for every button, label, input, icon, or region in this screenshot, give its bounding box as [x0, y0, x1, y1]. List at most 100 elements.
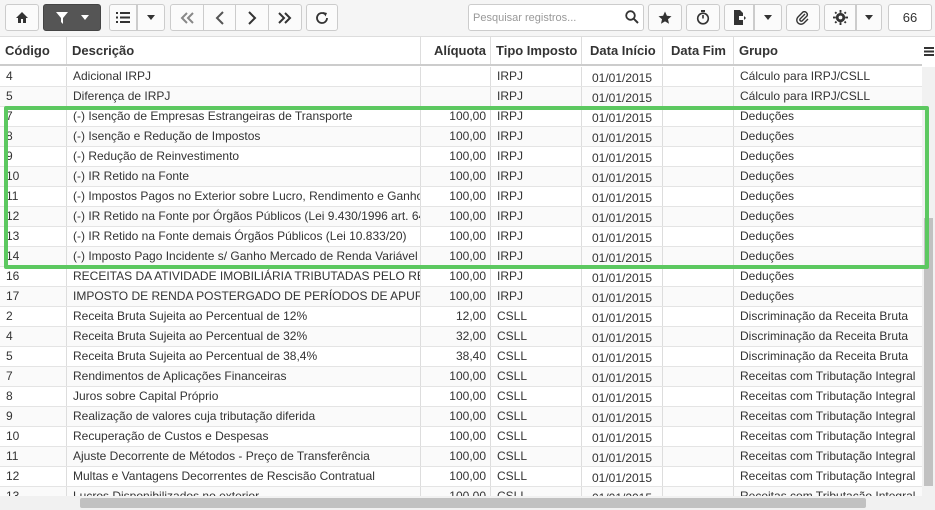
table-row[interactable]: 8 Juros sobre Capital Próprio 100,00 CSLL 01…	[0, 387, 922, 407]
cell-grupo: Cálculo para IRPJ/CSLL	[740, 89, 871, 103]
cell-codigo: 12	[0, 207, 67, 226]
table-row[interactable]: 14 (-) Imposto Pago Incidente s/ Ganho Me…	[0, 247, 922, 267]
table-row[interactable]: 4 Adicional IRPJ IRPJ 01/01/2015 Cálculo par…	[0, 67, 922, 87]
table-row[interactable]: 8 (-) Isenção e Redução de Impostos 100,00…	[0, 127, 922, 147]
cell-tipo-imposto: IRPJ	[491, 67, 582, 86]
table-row[interactable]: 12 (-) IR Retido na Fonte por Órgãos Públ…	[0, 207, 922, 227]
cell-grupo: Receitas com Tributação Integral	[740, 429, 916, 443]
table-row[interactable]: 16 RECEITAS DA ATIVIDADE IMOBILIÁRIA TRIB…	[0, 267, 922, 287]
cell-descricao: Juros sobre Capital Próprio	[67, 387, 421, 406]
toolbar: 66	[0, 0, 935, 37]
home-button[interactable]	[5, 4, 39, 31]
table-row[interactable]: 17 IMPOSTO DE RENDA POSTERGADO DE PERÍODO…	[0, 287, 922, 307]
cell-codigo: 5	[0, 87, 67, 106]
star-icon	[658, 11, 672, 24]
cell-aliquota: 100,00	[421, 187, 491, 206]
cell-data-inicio: 01/01/2015	[582, 187, 663, 206]
vertical-scrollbar-thumb[interactable]	[924, 218, 933, 486]
cell-data-inicio: 01/01/2015	[582, 107, 663, 126]
table-row[interactable]: 5 Diferença de IRPJ IRPJ 01/01/2015 Cálculo …	[0, 87, 922, 107]
cell-data-fim	[663, 387, 734, 406]
col-header-tipo-imposto[interactable]: Tipo Imposto	[491, 37, 582, 64]
cell-data-fim	[663, 427, 734, 446]
cell-aliquota: 100,00	[421, 267, 491, 286]
timer-button[interactable]	[686, 4, 720, 31]
last-page-button[interactable]	[268, 4, 302, 31]
table-row[interactable]: 11 (-) Impostos Pagos no Exterior sobre L…	[0, 187, 922, 207]
table-row[interactable]: 4 Receita Bruta Sujeita ao Percentual de …	[0, 327, 922, 347]
cell-aliquota: 100,00	[421, 167, 491, 186]
settings-button[interactable]	[824, 4, 856, 31]
prev-page-button[interactable]	[203, 4, 236, 31]
chevron-down-icon	[147, 15, 155, 20]
col-header-grupo[interactable]: Grupo	[734, 37, 922, 64]
cell-aliquota: 100,00	[421, 367, 491, 386]
cell-data-inicio: 01/01/2015	[582, 407, 663, 426]
settings-dropdown[interactable]	[856, 4, 882, 31]
cell-tipo-imposto: IRPJ	[491, 227, 582, 246]
cell-codigo: 8	[0, 127, 67, 146]
cell-data-fim	[663, 167, 734, 186]
cell-descricao: Adicional IRPJ	[67, 67, 421, 86]
cell-aliquota: 100,00	[421, 107, 491, 126]
cell-aliquota: 100,00	[421, 467, 491, 486]
export-button[interactable]	[724, 4, 754, 31]
refresh-button[interactable]	[306, 4, 338, 31]
table-row[interactable]: 7 (-) Isenção de Empresas Estrangeiras de…	[0, 107, 922, 127]
cell-tipo-imposto: IRPJ	[491, 287, 582, 306]
cell-descricao: Rendimentos de Aplicações Financeiras	[67, 367, 421, 386]
col-header-aliquota[interactable]: Alíquota	[421, 37, 491, 64]
table-row[interactable]: 9 Realização de valores cuja tributação d…	[0, 407, 922, 427]
search-input[interactable]	[469, 10, 625, 25]
cell-data-fim	[663, 127, 734, 146]
cell-tipo-imposto: CSLL	[491, 407, 582, 426]
gear-icon	[832, 10, 848, 25]
col-header-data-fim[interactable]: Data Fim	[663, 37, 734, 64]
table-row[interactable]: 13 (-) IR Retido na Fonte demais Órgãos P…	[0, 227, 922, 247]
table-row[interactable]: 5 Receita Bruta Sujeita ao Percentual de …	[0, 347, 922, 367]
first-page-button[interactable]	[170, 4, 204, 31]
table-row[interactable]: 7 Rendimentos de Aplicações Financeiras 10…	[0, 367, 922, 387]
table-row[interactable]: 2 Receita Bruta Sujeita ao Percentual de …	[0, 307, 922, 327]
table-row[interactable]: 12 Multas e Vantagens Decorrentes de Resc…	[0, 467, 922, 487]
cell-data-fim	[663, 467, 734, 486]
list-view-button[interactable]	[109, 4, 137, 31]
filter-button[interactable]	[43, 4, 101, 31]
list-view-dropdown[interactable]	[137, 4, 165, 31]
cell-codigo: 4	[0, 67, 67, 86]
list-icon	[116, 12, 130, 23]
refresh-icon	[316, 11, 328, 24]
chevron-left-icon	[215, 10, 224, 25]
cell-descricao: RECEITAS DA ATIVIDADE IMOBILIÁRIA TRIBUT…	[67, 267, 421, 286]
grid-body: 4 Adicional IRPJ IRPJ 01/01/2015 Cálculo par…	[0, 67, 922, 507]
export-dropdown[interactable]	[754, 4, 782, 31]
table-row[interactable]: 11 Ajuste Decorrente de Métodos - Preço d…	[0, 447, 922, 467]
cell-data-inicio: 01/01/2015	[582, 247, 663, 266]
search-icon[interactable]	[625, 10, 639, 24]
cell-descricao: (-) IR Retido na Fonte	[67, 167, 421, 186]
cell-grupo: Receitas com Tributação Integral	[740, 469, 916, 483]
record-count[interactable]: 66	[888, 4, 932, 31]
cell-descricao: (-) Imposto Pago Incidente s/ Ganho Merc…	[67, 247, 421, 266]
horizontal-scrollbar-thumb[interactable]	[80, 498, 866, 508]
attach-button[interactable]	[786, 4, 820, 31]
col-header-descricao[interactable]: Descrição	[67, 37, 421, 64]
cell-tipo-imposto: IRPJ	[491, 167, 582, 186]
cell-data-inicio: 01/01/2015	[582, 67, 663, 86]
table-row[interactable]: 9 (-) Redução de Reinvestimento 100,00 IRPJ…	[0, 147, 922, 167]
cell-tipo-imposto: IRPJ	[491, 147, 582, 166]
table-row[interactable]: 10 Recuperação de Custos e Despesas 100,00…	[0, 427, 922, 447]
table-row[interactable]: 10 (-) IR Retido na Fonte 100,00 IRPJ 01/01/…	[0, 167, 922, 187]
cell-data-inicio: 01/01/2015	[582, 167, 663, 186]
cell-descricao: Ajuste Decorrente de Métodos - Preço de …	[67, 447, 421, 466]
cell-descricao: IMPOSTO DE RENDA POSTERGADO DE PERÍODOS …	[67, 287, 421, 306]
favorite-button[interactable]	[648, 4, 682, 31]
column-menu-button[interactable]	[922, 37, 935, 64]
next-page-button[interactable]	[235, 4, 269, 31]
cell-grupo: Deduções	[740, 169, 795, 183]
cell-codigo: 8	[0, 387, 67, 406]
col-header-codigo[interactable]: Código	[0, 37, 67, 64]
col-header-data-inicio[interactable]: Data Início	[582, 37, 663, 64]
cell-grupo: Deduções	[740, 269, 795, 283]
cell-codigo: 2	[0, 307, 67, 326]
